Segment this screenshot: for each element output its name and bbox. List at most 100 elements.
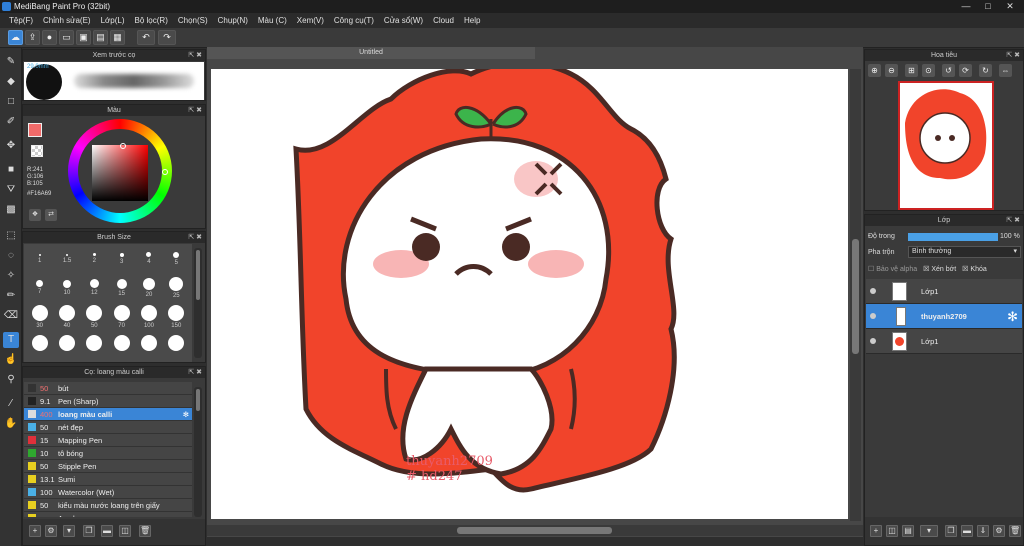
export-icon[interactable]: ⇪ (25, 30, 40, 45)
brush-size-cell[interactable]: 1.5 (55, 253, 79, 264)
duplicate-layer-icon[interactable]: ❐ (945, 525, 957, 537)
menu-cloud[interactable]: Cloud (428, 13, 459, 28)
clipping-checkbox[interactable]: ☒ Xén bớt (923, 265, 956, 277)
grid-icon[interactable]: ▦ (110, 30, 125, 45)
move-icon[interactable]: ✥ (3, 138, 19, 154)
brush-size-cell[interactable] (164, 334, 188, 353)
menu-layer[interactable]: Lớp(L) (96, 13, 130, 28)
layer-menu-icon[interactable]: ▾ (920, 525, 938, 537)
canvas-vertical-scrollbar[interactable] (850, 69, 861, 521)
panel-buttons[interactable]: ⇱ ✖ (188, 232, 202, 243)
brush-size-cell[interactable]: 30 (28, 304, 52, 329)
brush-item[interactable]: 50 Stipple Pen (24, 460, 192, 473)
saturation-value-square[interactable] (92, 145, 148, 201)
save-icon[interactable]: ▣ (76, 30, 91, 45)
brush-size-cell[interactable]: 50 (82, 304, 106, 329)
minimize-button[interactable]: — (955, 0, 977, 13)
layer-folder-icon[interactable]: ▬ (961, 525, 973, 537)
menu-window[interactable]: Cửa sổ(W) (379, 13, 428, 28)
select-eraser-icon[interactable]: ⌫ (3, 308, 19, 324)
vertical-scroll-thumb[interactable] (852, 239, 859, 354)
brush-item[interactable]: 9.1 Pen (Sharp) (24, 395, 192, 408)
actual-size-icon[interactable]: ⊙ (922, 64, 935, 77)
brush-item[interactable]: Acryla (24, 512, 192, 517)
rotate-right-icon[interactable]: ↻ (979, 64, 992, 77)
hue-wheel[interactable] (68, 119, 172, 223)
gear-icon[interactable]: ✻ (183, 408, 189, 421)
brush-size-cell[interactable] (82, 334, 106, 353)
brush-list-scrollbar[interactable] (194, 387, 202, 517)
palette-icon[interactable]: ❖ (29, 209, 41, 221)
brush-size-cell[interactable]: 20 (137, 277, 161, 298)
navigator-thumbnail[interactable] (898, 81, 994, 210)
eye-icon[interactable] (870, 338, 876, 344)
fill-rect-icon[interactable]: ■ (3, 162, 19, 178)
brush-duplicate-icon[interactable]: ◫ (119, 525, 131, 537)
zoom-out-icon[interactable]: ⊖ (885, 64, 898, 77)
magic-wand-icon[interactable]: ✧ (3, 268, 19, 284)
panel-buttons[interactable]: ⇱ ✖ (188, 367, 202, 378)
layer-item-selected[interactable]: thuyanh2709 ✻ (866, 304, 1022, 329)
brush-size-cell[interactable]: 10 (55, 279, 79, 296)
protect-alpha-checkbox[interactable]: ☐ Bảo vệ alpha (868, 265, 917, 277)
brush-item[interactable]: 50 nét đẹp (24, 421, 192, 434)
zoom-in-icon[interactable]: ⊕ (868, 64, 881, 77)
layer-item[interactable]: Lớp1 (866, 329, 1022, 354)
brush-item-selected[interactable]: 400 loang màu calli ✻ (24, 408, 192, 421)
brush-menu-icon[interactable]: ▾ (63, 525, 75, 537)
eyedropper-icon[interactable]: ⁄ (3, 396, 19, 412)
brush-item[interactable]: 10 tô bóng (24, 447, 192, 460)
brush-size-cell[interactable]: 70 (110, 304, 134, 329)
eye-icon[interactable] (870, 288, 876, 294)
brush-size-scrollbar[interactable] (194, 248, 202, 358)
flip-icon[interactable]: ⇔ (999, 64, 1012, 77)
close-button[interactable]: ✕ (999, 0, 1021, 13)
canvas-horizontal-scrollbar[interactable] (207, 525, 863, 536)
color-swap-icon[interactable]: ⇄ (45, 209, 57, 221)
select-pen-icon[interactable]: ✏ (3, 288, 19, 304)
add-brush-icon[interactable]: + (29, 525, 41, 537)
primary-color-swatch[interactable] (28, 123, 42, 137)
hand-icon[interactable]: ✋ (3, 416, 19, 432)
reset-rotation-icon[interactable]: ⟳ (959, 64, 972, 77)
panel-buttons[interactable]: ⇱ ✖ (1006, 50, 1020, 61)
brush-size-cell[interactable] (55, 334, 79, 353)
brush-size-cell[interactable]: 150 (164, 304, 188, 329)
rotate-left-icon[interactable]: ↺ (942, 64, 955, 77)
menu-view[interactable]: Xem(V) (292, 13, 329, 28)
undo-icon[interactable]: ↶ (137, 30, 155, 45)
text-icon[interactable]: T (3, 332, 19, 348)
maximize-button[interactable]: □ (977, 0, 999, 13)
opacity-slider[interactable] (908, 233, 998, 241)
pen-fill-icon[interactable]: ✐ (3, 114, 19, 130)
menu-snap[interactable]: Chụp(N) (213, 13, 253, 28)
brush-item[interactable]: 50 kiểu màu nước loang trên giấy (24, 499, 192, 512)
gradient-icon[interactable]: ▩ (3, 202, 19, 218)
brush-size-cell[interactable]: 1 (28, 253, 52, 264)
brush-size-cell[interactable]: 2 (82, 253, 106, 264)
brush-size-cell[interactable]: 3 (110, 252, 134, 265)
panel-buttons[interactable]: ⇱ ✖ (1006, 215, 1020, 226)
menu-color[interactable]: Màu (C) (253, 13, 292, 28)
layer-settings-icon[interactable]: ⚙ (993, 525, 1005, 537)
hue-cursor[interactable] (162, 169, 168, 175)
menu-help[interactable]: Help (459, 13, 485, 28)
eye-icon[interactable] (870, 313, 876, 319)
comment-icon[interactable]: ▭ (59, 30, 74, 45)
cloud-icon[interactable]: ☁ (8, 30, 23, 45)
eraser-icon[interactable]: ◆ (3, 74, 19, 90)
brush-size-cell[interactable]: 15 (110, 278, 134, 297)
hand-select-icon[interactable]: ☝ (3, 352, 19, 368)
redo-icon[interactable]: ↷ (158, 30, 176, 45)
brush-size-cell[interactable]: 12 (82, 279, 106, 296)
brush-delete-icon[interactable]: 🗑 (139, 525, 151, 537)
brush-size-cell[interactable]: 100 (137, 304, 161, 329)
brush-folder-icon[interactable]: ▬ (101, 525, 113, 537)
bucket-icon[interactable]: ⛛ (3, 182, 19, 198)
brush-size-cell[interactable]: 4 (137, 252, 161, 265)
brush-size-cell[interactable]: 7 (28, 280, 52, 295)
lasso-icon[interactable]: ◌ (3, 248, 19, 264)
lock-checkbox[interactable]: ☒ Khóa (962, 265, 987, 277)
blend-mode-select[interactable]: Bình thường ▾ (908, 246, 1021, 258)
menu-tools[interactable]: Công cụ(T) (329, 13, 379, 28)
